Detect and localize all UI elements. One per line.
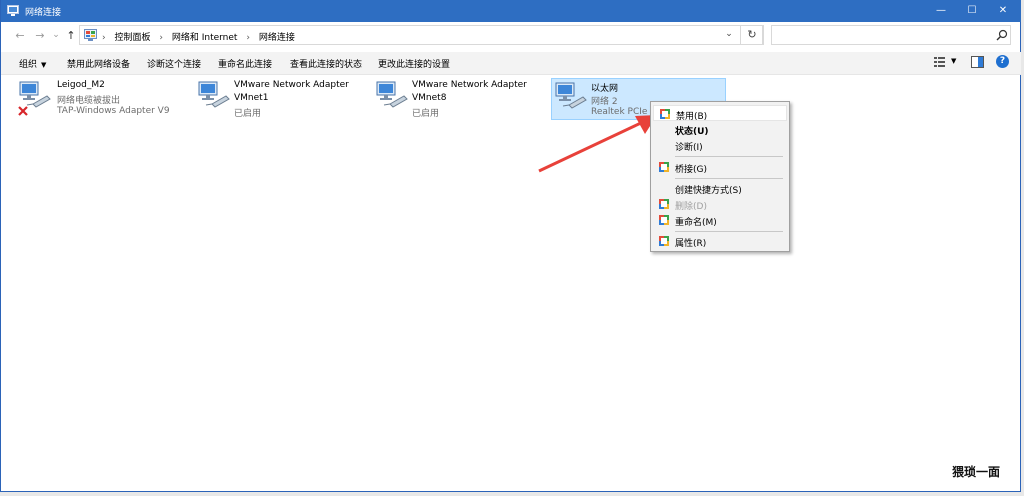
connection-device: 已启用: [234, 109, 262, 119]
breadcrumb: › 控制面板 › 网络和 Internet › 网络连接: [102, 30, 295, 43]
window-shadow: [0, 492, 1024, 496]
title-bar[interactable]: 网络连接 — ☐ ✕: [1, 0, 1022, 22]
address-bar[interactable]: › 控制面板 › 网络和 Internet › 网络连接 ⌄: [79, 25, 763, 45]
menu-item-label: 桥接(G): [675, 165, 707, 175]
shield-icon: [659, 236, 669, 246]
refresh-button[interactable]: ↻: [740, 25, 764, 45]
connection-name: Leigod_M2: [57, 80, 105, 90]
menu-item-properties[interactable]: 属性(R): [653, 233, 787, 249]
menu-separator: [675, 156, 783, 157]
search-icon[interactable]: [996, 29, 1008, 41]
annotation-arrow: [538, 115, 657, 173]
forward-button[interactable]: →: [33, 29, 47, 43]
connection-status: 网络 2: [591, 97, 618, 107]
menu-item-label: 诊断(I): [675, 143, 703, 153]
connection-status: VMnet8: [412, 93, 447, 103]
organize-menu[interactable]: 组织 ▼: [19, 57, 46, 70]
network-connections-window: 网络连接 — ☐ ✕ ← → ⌄ ↑ › 控制面板 › 网络和 Internet…: [0, 0, 1022, 492]
menu-item-diagnose[interactable]: 诊断(I): [653, 137, 787, 153]
connection-name: VMware Network Adapter: [234, 80, 349, 90]
command-bar: 组织 ▼ 禁用此网络设备 诊断这个连接 重命名此连接 查看此连接的状态 更改此连接…: [1, 52, 1022, 75]
search-box[interactable]: [771, 25, 1011, 45]
network-adapter-icon: [376, 81, 408, 108]
recent-locations-button[interactable]: ⌄: [49, 28, 63, 42]
menu-separator: [675, 231, 783, 232]
preview-pane-icon[interactable]: [971, 56, 984, 68]
connection-device: 已启用: [412, 109, 440, 119]
up-button[interactable]: ↑: [64, 29, 78, 43]
network-adapter-icon: [555, 82, 587, 109]
menu-item-rename[interactable]: 重命名(M): [653, 212, 787, 228]
breadcrumb-separator: ›: [159, 33, 163, 43]
control-panel-icon: [84, 29, 97, 41]
connection-status: 网络电缆被拔出: [57, 96, 121, 106]
shield-icon: [659, 215, 669, 225]
menu-item-create-shortcut[interactable]: 创建快捷方式(S): [653, 180, 787, 196]
rename-button[interactable]: 重命名此连接: [218, 57, 272, 70]
view-dropdown-icon[interactable]: ▼: [951, 57, 956, 65]
menu-item-label: 属性(R): [675, 239, 707, 249]
organize-label: 组织: [19, 60, 38, 70]
breadcrumb-control-panel[interactable]: 控制面板: [114, 33, 150, 43]
view-options-icon[interactable]: [934, 56, 946, 68]
connection-item-vmnet8[interactable]: VMware Network Adapter VMnet8 已启用: [374, 78, 544, 120]
connection-name: 以太网: [591, 84, 619, 94]
help-icon[interactable]: ?: [996, 55, 1009, 68]
breadcrumb-separator: ›: [246, 33, 250, 43]
back-button[interactable]: ←: [13, 29, 27, 43]
network-folder-icon: [7, 5, 19, 16]
breadcrumb-network-internet[interactable]: 网络和 Internet: [172, 33, 238, 43]
window-title: 网络连接: [25, 8, 62, 18]
disable-device-button[interactable]: 禁用此网络设备: [67, 57, 130, 70]
menu-separator: [675, 178, 783, 179]
close-button[interactable]: ✕: [987, 0, 1019, 22]
connection-name: VMware Network Adapter: [412, 80, 527, 90]
network-adapter-icon: [198, 81, 230, 108]
menu-item-delete[interactable]: 删除(D): [653, 196, 787, 212]
menu-item-label: 重命名(M): [675, 218, 717, 228]
diagnose-button[interactable]: 诊断这个连接: [147, 57, 201, 70]
view-status-button[interactable]: 查看此连接的状态: [290, 57, 362, 70]
minimize-button[interactable]: —: [925, 0, 957, 22]
watermark: 猥琐一面: [952, 465, 1001, 479]
breadcrumb-network-connections[interactable]: 网络连接: [259, 33, 295, 43]
menu-item-label: 删除(D): [675, 202, 707, 212]
breadcrumb-separator: ›: [102, 33, 106, 43]
shield-icon: [659, 199, 669, 209]
connection-status: VMnet1: [234, 93, 269, 103]
context-menu: 禁用(B) 状态(U) 诊断(I) 桥接(G) 创建快捷方式(S) 删除(D) …: [650, 101, 790, 252]
maximize-button[interactable]: ☐: [956, 0, 988, 22]
connection-device: TAP-Windows Adapter V9: [57, 106, 170, 116]
shield-icon: [660, 109, 670, 119]
shield-icon: [659, 162, 669, 172]
connection-item-vmnet1[interactable]: VMware Network Adapter VMnet1 已启用: [196, 78, 366, 120]
chevron-down-icon: ▼: [41, 61, 47, 69]
address-dropdown-button[interactable]: ⌄: [723, 29, 735, 41]
change-settings-button[interactable]: 更改此连接的设置: [378, 57, 450, 70]
disconnected-x-icon: [18, 106, 28, 116]
search-input[interactable]: [775, 28, 989, 44]
menu-item-label: 创建快捷方式(S): [675, 186, 742, 196]
menu-item-label: 状态(U): [675, 127, 709, 137]
menu-item-disable[interactable]: 禁用(B): [653, 105, 787, 122]
menu-item-status[interactable]: 状态(U): [653, 121, 787, 137]
menu-item-bridge[interactable]: 桥接(G): [653, 159, 787, 175]
connection-item-leigod[interactable]: Leigod_M2 网络电缆被拔出 TAP-Windows Adapter V9: [17, 78, 187, 120]
